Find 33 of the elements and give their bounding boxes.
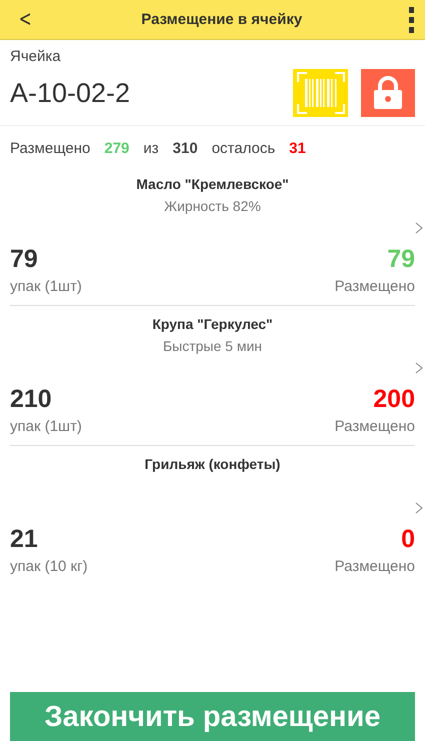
product-name: Крупа "Геркулес" xyxy=(152,316,273,332)
quantity: 79 xyxy=(10,245,38,274)
left-count: 31 xyxy=(289,140,306,157)
placed-label: Размещено xyxy=(10,140,90,157)
product-description: Быстрые 5 мин xyxy=(162,338,262,354)
screen-title: Размещение в ячейку xyxy=(141,11,302,28)
unit-label: упак (1шт) xyxy=(10,278,82,295)
back-button[interactable]: < xyxy=(16,7,34,32)
of-label: из xyxy=(143,140,159,157)
barcode-icon xyxy=(294,70,346,116)
cell-label: Ячейка xyxy=(10,48,62,65)
placed-quantity: 200 xyxy=(373,385,415,414)
chevron-right-icon[interactable] xyxy=(415,362,423,374)
placed-quantity: 0 xyxy=(401,525,415,554)
placed-label: Размещено xyxy=(334,418,415,435)
left-label: осталось xyxy=(212,140,276,157)
unit-label: упак (1шт) xyxy=(10,418,82,435)
placed-label: Размещено xyxy=(334,558,415,575)
chevron-right-icon[interactable] xyxy=(415,222,423,234)
placed-count: 279 xyxy=(104,140,130,157)
placed-label: Размещено xyxy=(334,278,415,295)
quantity: 210 xyxy=(10,385,52,414)
quantity: 21 xyxy=(10,525,38,554)
unit-label: упак (10 кг) xyxy=(10,558,88,575)
lock-icon xyxy=(373,76,403,110)
product-description: Жирность 82% xyxy=(164,198,261,214)
placed-quantity: 79 xyxy=(387,245,415,274)
cell-code: А-10-02-2 xyxy=(10,78,132,108)
product-name: Грильяж (конфеты) xyxy=(144,456,280,472)
total-count: 310 xyxy=(172,140,198,157)
lock-button[interactable] xyxy=(361,69,415,117)
product-name: Масло "Кремлевское" xyxy=(136,176,289,192)
chevron-right-icon[interactable] xyxy=(415,502,423,514)
